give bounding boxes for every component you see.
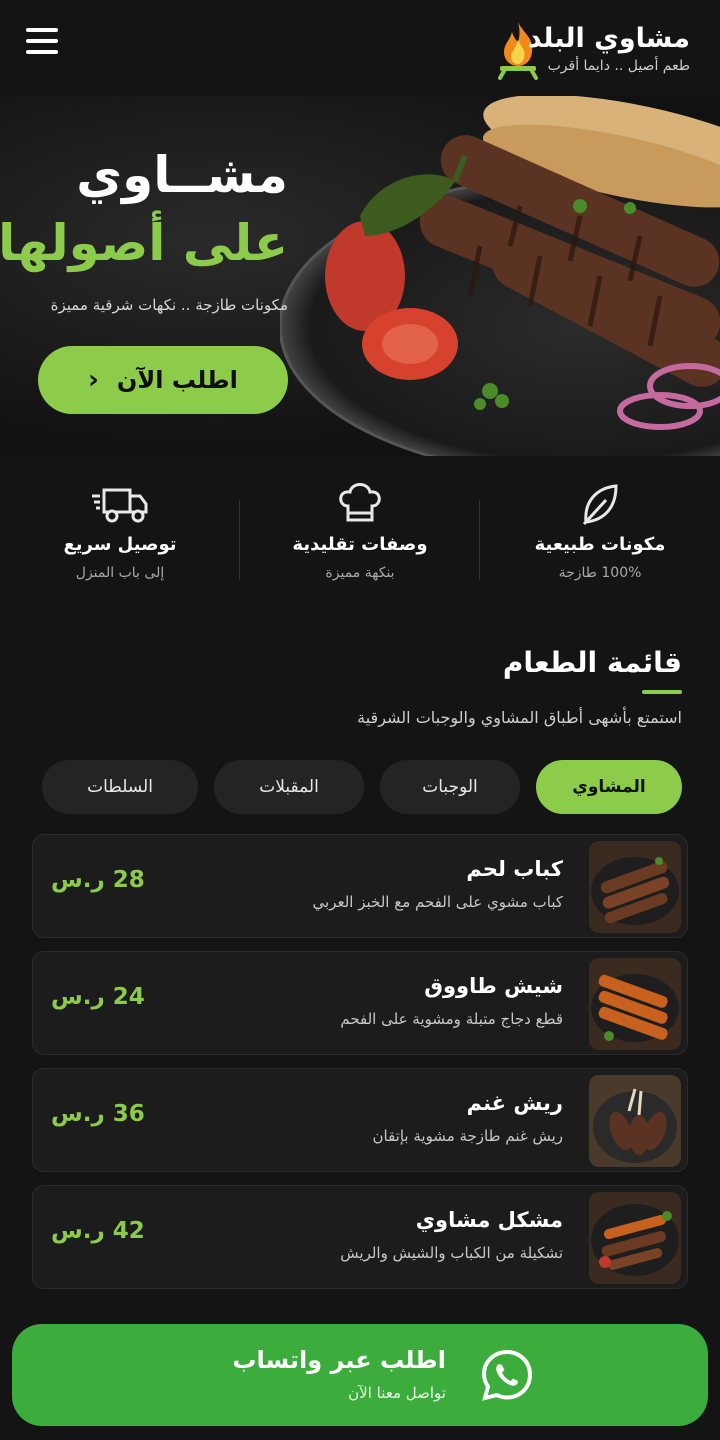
feature-traditional: وصفات تقليدية بنكهة مميزة	[240, 470, 480, 600]
brand-name: مشاوي البلد	[527, 23, 690, 54]
item-description: ريش غنم طازجة مشوية بإتقان	[372, 1127, 563, 1145]
chevron-left-icon: ‹	[88, 365, 99, 395]
brand-tagline: طعم أصيل .. دايما أقرب	[547, 58, 690, 74]
hero-subtitle: مكونات طازجة .. نكهات شرقية مميزة	[50, 296, 288, 314]
item-description: كباب مشوي على الفحم مع الخبز العربي	[312, 893, 563, 911]
brand: مشاوي البلد طعم أصيل .. دايما أقرب	[528, 22, 690, 74]
feature-title: توصيل سريع	[63, 534, 177, 555]
chef-hat-icon	[339, 483, 381, 522]
whatsapp-order-button[interactable]: اطلب عبر واتساب تواصل معنا الآن	[12, 1324, 708, 1426]
whatsapp-subtitle: تواصل معنا الآن	[348, 1384, 446, 1402]
menu-item-card[interactable]: مشكل مشاوي تشكيلة من الكباب والشيش والري…	[32, 1185, 688, 1289]
tab-salads[interactable]: السلطات	[42, 760, 198, 814]
tab-appetizers[interactable]: المقبلات	[214, 760, 364, 814]
grilled-kebab-plate-image	[280, 96, 720, 456]
feature-delivery: توصيل سريع إلى باب المنزل	[0, 470, 240, 600]
item-name: شيش طاووق	[424, 974, 563, 998]
item-price: 42 ر.س	[51, 1218, 145, 1244]
app-header: مشاوي البلد طعم أصيل .. دايما أقرب	[0, 0, 720, 90]
order-now-label: اطلب الآن	[116, 366, 238, 394]
menu-items-list: كباب لحم كباب مشوي على الفحم مع الخبز ال…	[32, 834, 688, 1302]
tab-grills[interactable]: المشاوي	[536, 760, 682, 814]
hero-title-line1: مشــاوي	[76, 146, 288, 204]
feature-subtitle: إلى باب المنزل	[75, 565, 165, 581]
whatsapp-title: اطلب عبر واتساب	[232, 1346, 446, 1374]
feature-title: وصفات تقليدية	[292, 534, 428, 555]
item-price: 36 ر.س	[51, 1101, 145, 1127]
title-underline	[642, 690, 682, 694]
menu-section-subtitle: استمتع بأشهى أطباق المشاوي والوجبات الشر…	[357, 708, 682, 727]
category-tabs: المشاوي الوجبات المقبلات السلطات	[42, 760, 682, 814]
hero-banner: مشــاوي على أصولها مكونات طازجة .. نكهات…	[0, 96, 720, 456]
item-price: 24 ر.س	[51, 984, 145, 1010]
leaf-icon	[582, 484, 618, 526]
item-name: ريش غنم	[466, 1091, 563, 1115]
order-now-button[interactable]: اطلب الآن ‹	[38, 346, 288, 414]
kebab-dish-image	[589, 841, 681, 933]
feature-subtitle: بنكهة مميزة	[325, 565, 395, 581]
item-name: كباب لحم	[466, 857, 563, 881]
menu-section-title: قائمة الطعام	[502, 646, 682, 679]
item-description: تشكيلة من الكباب والشيش والريش	[340, 1244, 563, 1262]
hamburger-menu-icon[interactable]	[24, 28, 58, 54]
menu-item-card[interactable]: ريش غنم ريش غنم طازجة مشوية بإتقان 36 ر.…	[32, 1068, 688, 1172]
item-description: قطع دجاج متبلة ومشوية على الفحم	[340, 1010, 563, 1028]
shish-tawook-dish-image	[589, 958, 681, 1050]
menu-item-card[interactable]: كباب لحم كباب مشوي على الفحم مع الخبز ال…	[32, 834, 688, 938]
hero-title-line2: على أصولها	[0, 214, 288, 272]
feature-natural: مكونات طبيعية 100% طازجة	[480, 470, 720, 600]
lamb-chops-dish-image	[589, 1075, 681, 1167]
mixed-grill-dish-image	[589, 1192, 681, 1284]
feature-title: مكونات طبيعية	[534, 534, 666, 555]
menu-item-card[interactable]: شيش طاووق قطع دجاج متبلة ومشوية على الفح…	[32, 951, 688, 1055]
features-row: مكونات طبيعية 100% طازجة وصفات تقليدية ب…	[0, 470, 720, 600]
whatsapp-icon	[481, 1349, 533, 1401]
feature-subtitle: 100% طازجة	[558, 565, 642, 581]
tab-meals[interactable]: الوجبات	[380, 760, 520, 814]
delivery-truck-icon	[92, 488, 148, 523]
item-name: مشكل مشاوي	[415, 1208, 563, 1232]
item-price: 28 ر.س	[51, 867, 145, 893]
